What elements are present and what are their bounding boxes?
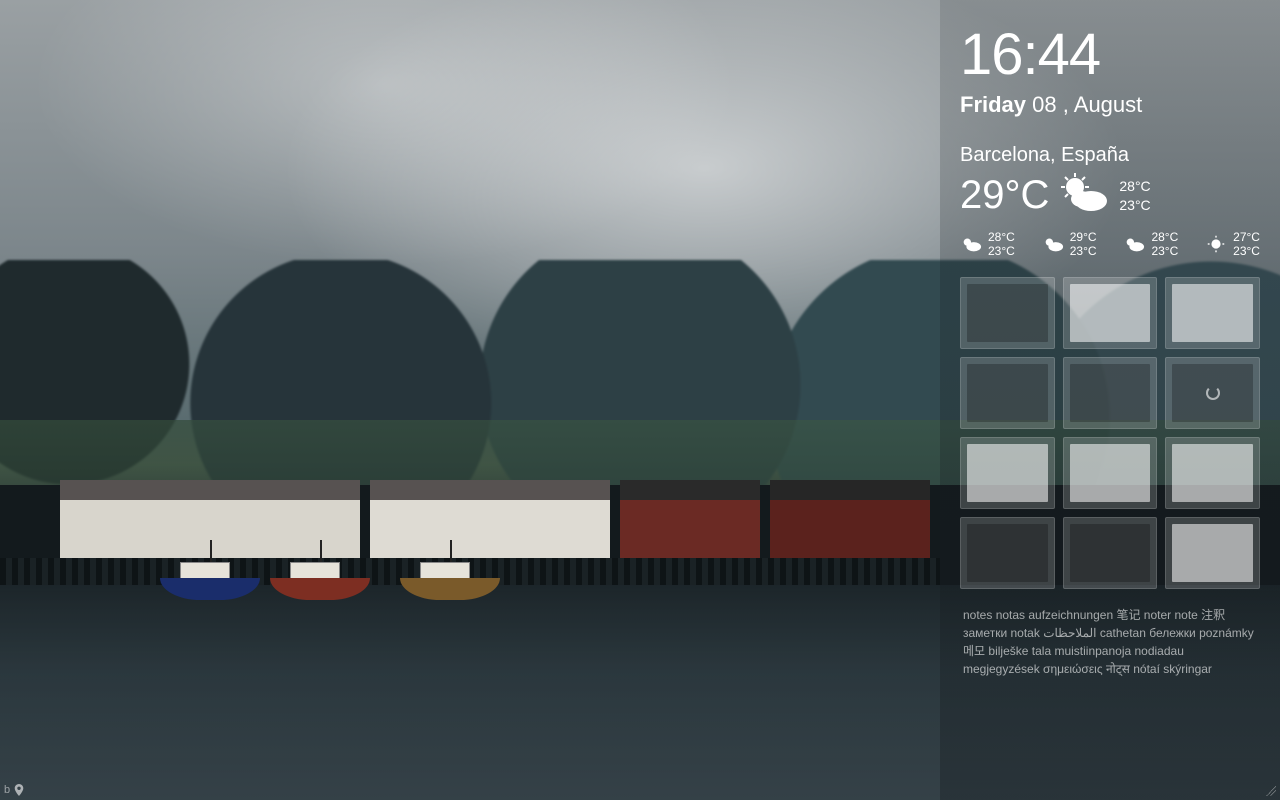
- date: Friday 08 , August: [960, 92, 1260, 118]
- speed-dial-grid: [960, 277, 1260, 589]
- speed-dial-tile[interactable]: [1165, 437, 1260, 509]
- sun-icon: [1205, 235, 1227, 253]
- forecast-low: 23°C: [1151, 244, 1178, 258]
- sun-cloud-icon: [1042, 235, 1064, 253]
- speed-dial-tile[interactable]: [1165, 517, 1260, 589]
- current-temp: 29°C: [960, 173, 1049, 218]
- clock: 16:44: [960, 26, 1260, 84]
- forecast-row: 28°C23°C29°C23°C28°C23°C27°C23°C: [960, 230, 1260, 259]
- current-high: 28°C: [1119, 177, 1150, 195]
- date-day: 08: [1032, 92, 1056, 117]
- speed-dial-tile[interactable]: [960, 357, 1055, 429]
- sun-cloud-icon: [1123, 235, 1145, 253]
- speed-dial-tile[interactable]: [1063, 437, 1158, 509]
- sun-cloud-icon: [960, 235, 982, 253]
- location-pin-icon: [14, 784, 24, 796]
- date-comma: ,: [1057, 92, 1074, 117]
- speed-dial-tile[interactable]: [1063, 357, 1158, 429]
- forecast-low: 23°C: [1070, 244, 1097, 258]
- date-weekday: Friday: [960, 92, 1026, 117]
- speed-dial-tile[interactable]: [1063, 277, 1158, 349]
- forecast-high: 28°C: [1151, 230, 1178, 244]
- speed-dial-tile[interactable]: [1063, 517, 1158, 589]
- forecast-high: 28°C: [988, 230, 1015, 244]
- forecast-day: 28°C23°C: [960, 230, 1015, 259]
- forecast-day: 29°C23°C: [1042, 230, 1097, 259]
- notes-placeholder: notes notas aufzeichnungen 笔记 noter note…: [963, 608, 1254, 676]
- bottom-left-indicator[interactable]: b: [4, 784, 24, 796]
- clock-minutes: 44: [1038, 22, 1101, 87]
- speed-dial-tile[interactable]: [1165, 357, 1260, 429]
- forecast-low: 23°C: [1233, 244, 1260, 258]
- sun-cloud-icon: [1059, 173, 1109, 218]
- speed-dial-tile[interactable]: [960, 277, 1055, 349]
- speed-dial-tile[interactable]: [1165, 277, 1260, 349]
- speed-dial-tile[interactable]: [960, 437, 1055, 509]
- forecast-high: 27°C: [1233, 230, 1260, 244]
- speed-dial-tile[interactable]: [960, 517, 1055, 589]
- weather-current: 29°C 28°C 23°C: [960, 173, 1260, 218]
- current-low: 23°C: [1119, 196, 1150, 214]
- date-month: August: [1074, 92, 1143, 117]
- current-high-low: 28°C 23°C: [1119, 177, 1150, 213]
- forecast-day: 27°C23°C: [1205, 230, 1260, 259]
- loading-spinner-icon: [1206, 386, 1220, 400]
- info-panel: 16:44 Friday 08 , August Barcelona, Espa…: [940, 0, 1280, 800]
- bottom-left-label: b: [4, 784, 10, 796]
- resize-handle-icon[interactable]: [1266, 786, 1276, 796]
- weather-location: Barcelona, España: [960, 144, 1260, 167]
- notes-area[interactable]: notes notas aufzeichnungen 笔记 noter note…: [960, 603, 1260, 681]
- forecast-low: 23°C: [988, 244, 1015, 258]
- forecast-day: 28°C23°C: [1123, 230, 1178, 259]
- forecast-high: 29°C: [1070, 230, 1097, 244]
- clock-hours: 16: [960, 22, 1023, 87]
- clock-sep: :: [1023, 22, 1038, 87]
